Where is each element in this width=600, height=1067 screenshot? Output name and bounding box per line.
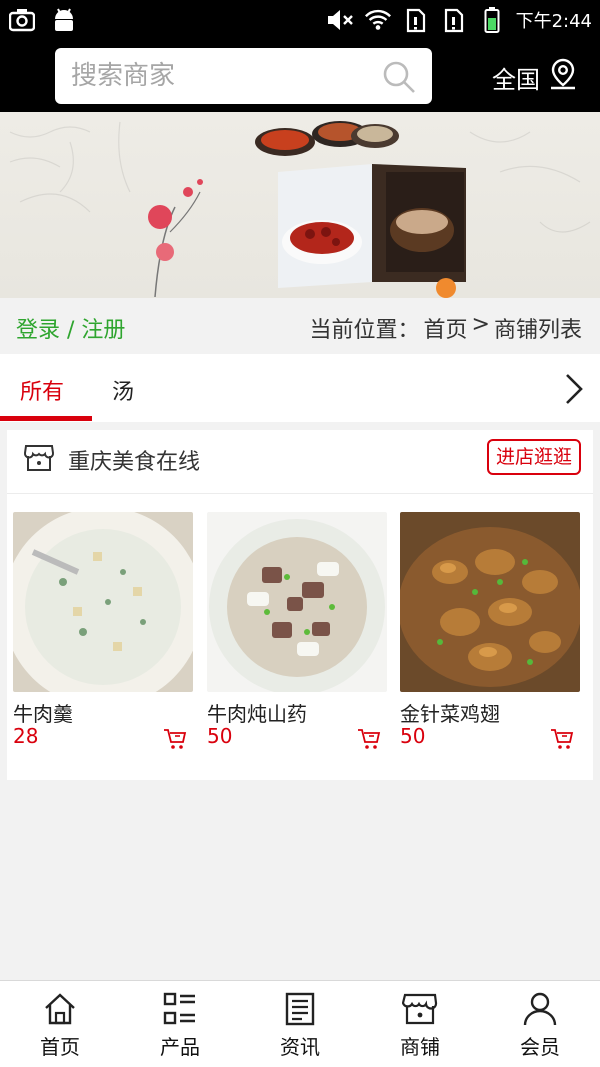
location-pin-icon: [548, 58, 578, 96]
product-list: 牛肉羹 28 牛肉炖山药 50 金针菜鸡翅 50: [13, 512, 593, 762]
nav-products[interactable]: 产品: [120, 991, 240, 1063]
status-bar: 下午2:44: [0, 0, 600, 40]
nav-home[interactable]: 首页: [0, 991, 120, 1063]
nav-label: 商铺: [400, 1035, 440, 1059]
news-icon: [285, 992, 315, 1026]
clock: 下午2:44: [515, 11, 592, 32]
breadcrumb: 当前位置： 首页 > 商铺列表: [310, 312, 582, 344]
shop-name[interactable]: 重庆美食在线: [68, 444, 200, 476]
product-price: 50: [400, 724, 426, 748]
screenshot-icon: [8, 6, 36, 34]
member-icon: [523, 992, 557, 1026]
product-price: 28: [13, 724, 39, 748]
banner-food-illustration: [9, 121, 591, 298]
shop-icon: [23, 442, 55, 474]
tab-soup[interactable]: 汤: [112, 374, 134, 406]
shop-header: 重庆美食在线 进店逛逛: [7, 430, 593, 494]
login-register-link[interactable]: 登录 / 注册: [16, 312, 125, 344]
product-name[interactable]: 金针菜鸡翅: [400, 698, 500, 727]
product-name[interactable]: 牛肉羹: [13, 698, 73, 727]
nav-label: 会员: [520, 1035, 560, 1059]
sim1-icon: [402, 6, 430, 34]
mute-icon: [326, 6, 354, 34]
product-image[interactable]: [13, 512, 193, 692]
nav-label: 首页: [40, 1035, 80, 1059]
breadcrumb-current: 商铺列表: [493, 318, 582, 343]
product-image[interactable]: [207, 512, 387, 692]
product-image[interactable]: [400, 512, 580, 692]
shop-icon: [402, 993, 438, 1025]
category-tabs: 所有 汤: [0, 354, 600, 422]
region-label: 全国: [492, 65, 540, 94]
home-icon: [45, 993, 75, 1025]
product-card[interactable]: 牛肉羹 28: [13, 512, 193, 762]
region-selector[interactable]: 全国: [492, 58, 578, 96]
breadcrumb-prefix: 当前位置：: [309, 318, 420, 343]
chevron-right-icon[interactable]: [562, 372, 586, 406]
visit-shop-button[interactable]: 进店逛逛: [486, 439, 581, 475]
sim2-icon: [440, 6, 468, 34]
nav-member[interactable]: 会员: [480, 991, 600, 1063]
nav-label: 产品: [160, 1035, 200, 1059]
search-input[interactable]: [71, 60, 371, 92]
cart-icon[interactable]: [550, 728, 574, 750]
nav-shops[interactable]: 商铺: [360, 991, 480, 1063]
cart-icon[interactable]: [163, 728, 187, 750]
active-tab-indicator: [0, 416, 92, 421]
product-price: 50: [207, 724, 233, 748]
search-icon[interactable]: [382, 60, 416, 94]
header: 全国: [0, 40, 600, 112]
banner[interactable]: [0, 112, 600, 298]
android-icon: [50, 6, 78, 34]
nav-news[interactable]: 资讯: [240, 991, 360, 1063]
nav-label: 资讯: [280, 1035, 320, 1059]
product-card[interactable]: 牛肉炖山药 50: [207, 512, 387, 762]
tab-all[interactable]: 所有: [20, 374, 64, 406]
bottom-nav: 首页 产品 资讯 商铺 会员: [0, 980, 600, 1067]
product-list-icon: [163, 992, 195, 1025]
cart-icon[interactable]: [357, 728, 381, 750]
breadcrumb-bar: 登录 / 注册 当前位置： 首页 > 商铺列表: [0, 298, 600, 354]
product-card[interactable]: 金针菜鸡翅 50: [400, 512, 580, 762]
product-name[interactable]: 牛肉炖山药: [207, 698, 307, 727]
wifi-icon: [364, 6, 392, 34]
battery-icon: [478, 6, 506, 34]
search-box[interactable]: [55, 48, 432, 104]
breadcrumb-home[interactable]: 首页: [424, 312, 468, 344]
shop-card: 重庆美食在线 进店逛逛 牛肉羹 28 牛肉炖山药 50 金针菜鸡翅 50: [7, 430, 593, 780]
breadcrumb-separator: >: [471, 312, 490, 337]
